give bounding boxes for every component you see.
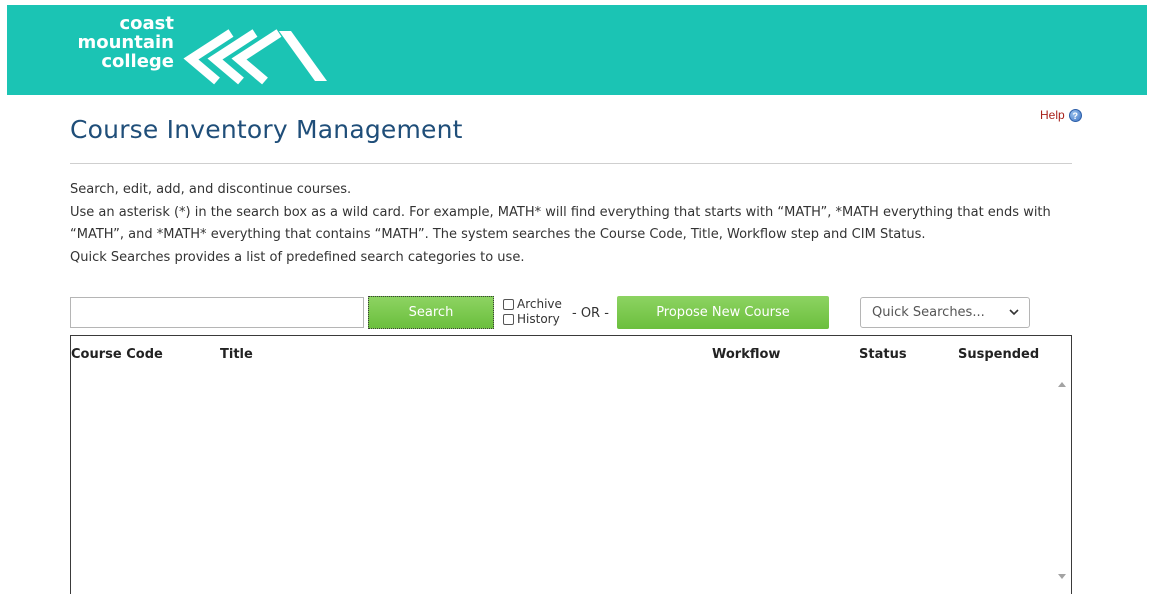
- history-option[interactable]: History: [503, 312, 562, 327]
- quick-searches-value: Quick Searches...: [872, 305, 985, 320]
- results-table-header: Course Code Title Workflow Status Suspen…: [70, 335, 1072, 375]
- results-scrollbar[interactable]: [1054, 374, 1071, 594]
- help-label: Help: [1040, 108, 1065, 122]
- or-separator: - OR -: [572, 306, 609, 321]
- column-header-workflow[interactable]: Workflow: [712, 347, 780, 362]
- intro-line-3: Quick Searches provides a list of predef…: [70, 249, 525, 265]
- column-header-suspended[interactable]: Suspended: [958, 347, 1039, 362]
- search-input[interactable]: [70, 297, 364, 328]
- search-button[interactable]: Search: [368, 296, 494, 329]
- mountain-logo-icon: [183, 29, 327, 85]
- scroll-down-arrow-icon[interactable]: [1058, 574, 1066, 579]
- scroll-up-arrow-icon[interactable]: [1058, 382, 1066, 387]
- archive-label: Archive: [517, 297, 562, 311]
- column-header-status[interactable]: Status: [859, 347, 907, 362]
- logo-line-3: college: [101, 51, 174, 72]
- page-title: Course Inventory Management: [70, 115, 463, 144]
- help-link[interactable]: Help ?: [1040, 108, 1082, 122]
- help-icon[interactable]: ?: [1068, 108, 1082, 122]
- intro-line-2: Use an asterisk (*) in the search box as…: [70, 204, 1051, 243]
- intro-line-1: Search, edit, add, and discontinue cours…: [70, 182, 352, 197]
- propose-new-course-button[interactable]: Propose New Course: [617, 296, 829, 329]
- intro-text: Search, edit, add, and discontinue cours…: [70, 179, 1080, 269]
- search-options: Archive History: [503, 297, 562, 327]
- results-table-body[interactable]: [70, 374, 1072, 594]
- college-logo-text[interactable]: coast mountain college: [64, 13, 175, 72]
- title-divider: [70, 163, 1072, 164]
- archive-option[interactable]: Archive: [503, 297, 562, 312]
- history-label: History: [517, 312, 560, 326]
- history-checkbox[interactable]: [503, 314, 514, 325]
- logo-line-2: mountain: [77, 32, 175, 53]
- quick-searches-select[interactable]: Quick Searches...: [860, 297, 1030, 328]
- column-header-title[interactable]: Title: [220, 347, 253, 362]
- archive-checkbox[interactable]: [503, 299, 514, 310]
- logo-line-1: coast: [119, 13, 174, 34]
- column-header-course-code[interactable]: Course Code: [71, 347, 163, 362]
- site-header: coast mountain college: [7, 5, 1147, 95]
- chevron-down-icon: [1009, 309, 1019, 316]
